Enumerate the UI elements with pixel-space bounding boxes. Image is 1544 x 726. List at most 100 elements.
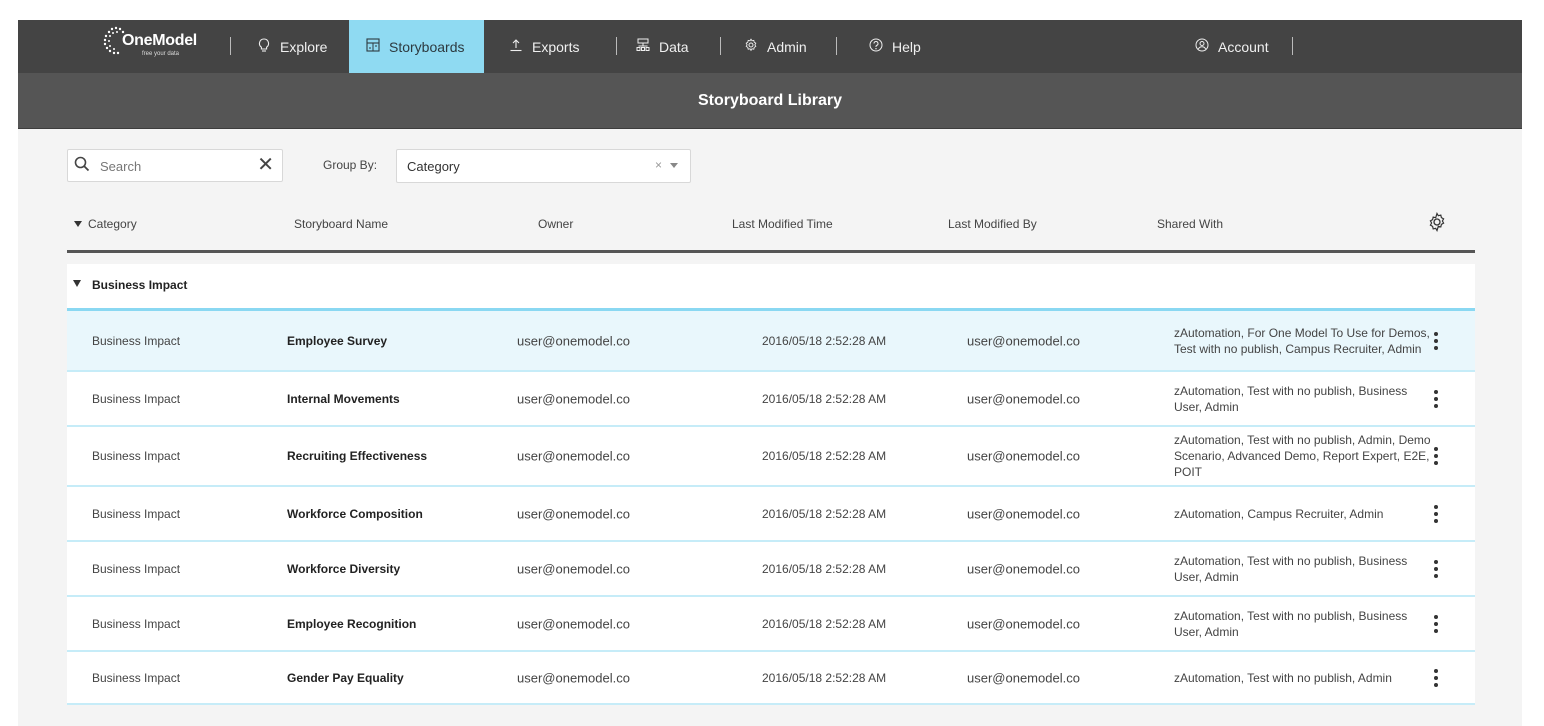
column-header-storyboard-name[interactable]: Storyboard Name [294,217,388,231]
column-header-category[interactable]: Category [74,217,137,231]
cell-modified-time: 2016/05/18 2:52:28 AM [762,391,887,406]
app-window: OneModel free your data Explore Storyboa… [18,20,1522,726]
page-title-bar: Storyboard Library [18,73,1522,129]
table-header: Category Storyboard Name Owner Last Modi… [67,202,1475,253]
row-menu-icon[interactable] [1431,447,1441,465]
sort-triangle-icon [74,221,82,227]
cell-shared-with: zAutomation, Test with no publish, Admin [1174,670,1392,685]
chevron-down-icon[interactable] [670,163,678,168]
search-box: ✕ [67,149,283,182]
table-row[interactable]: Business Impact Internal Movements user@… [67,370,1475,425]
column-header-shared-with[interactable]: Shared With [1157,217,1223,231]
cell-shared-with: zAutomation, Test with no publish, Busin… [1174,553,1408,584]
clear-group-by-icon[interactable]: × [655,158,662,172]
group-label: Business Impact [92,278,188,292]
cell-storyboard-name[interactable]: Internal Movements [287,392,400,406]
nav-divider [616,37,617,55]
group-by-value: Category [407,159,460,174]
row-menu-icon[interactable] [1431,614,1441,633]
table-row[interactable]: Business Impact Employee Recognition use… [67,595,1475,650]
cell-modified-by: user@onemodel.co [967,670,1080,685]
cell-modified-by: user@onemodel.co [967,561,1080,576]
column-header-label: Category [88,217,137,231]
cell-storyboard-name[interactable]: Employee Survey [287,334,387,348]
table-row[interactable]: Business Impact Workforce Composition us… [67,485,1475,540]
nav-exports[interactable]: Exports [508,20,579,73]
gear-icon [743,38,759,55]
column-header-last-modified-time[interactable]: Last Modified Time [732,217,833,231]
row-menu-icon[interactable] [1431,389,1441,408]
cell-storyboard-name[interactable]: Employee Recognition [287,617,416,631]
cell-owner: user@onemodel.co [517,333,630,348]
cell-owner: user@onemodel.co [517,391,630,406]
table-row[interactable]: Business Impact Employee Survey user@one… [67,308,1475,370]
row-menu-icon[interactable] [1431,504,1441,523]
top-nav: OneModel free your data Explore Storyboa… [18,20,1522,73]
brand-tagline: free your data [142,51,180,57]
nav-storyboards[interactable]: Storyboards [349,20,484,73]
cell-storyboard-name[interactable]: Gender Pay Equality [287,671,404,685]
cell-modified-time: 2016/05/18 2:52:28 AM [762,616,887,631]
cell-shared-with: zAutomation, Test with no publish, Admin… [1174,433,1431,479]
nav-explore-label: Explore [280,38,328,55]
cell-owner: user@onemodel.co [517,616,630,631]
row-menu-icon[interactable] [1431,559,1441,578]
cell-category: Business Impact [92,561,181,576]
cell-owner: user@onemodel.co [517,448,630,464]
cell-storyboard-name[interactable]: Workforce Diversity [287,562,400,576]
row-menu-icon[interactable] [1431,331,1441,350]
brand-name: OneModel [122,32,197,49]
nav-account[interactable]: Account [1194,20,1269,73]
cell-modified-by: user@onemodel.co [967,333,1080,348]
cell-modified-time: 2016/05/18 2:52:28 AM [762,506,887,521]
nav-account-label: Account [1218,38,1269,55]
search-icon [74,156,90,177]
group-header-row[interactable]: Business Impact [67,264,1475,308]
column-header-owner[interactable]: Owner [538,217,573,231]
cell-shared-with: zAutomation, Campus Recruiter, Admin [1174,506,1384,521]
onemodel-logo[interactable]: OneModel free your data [102,25,202,67]
table-row[interactable]: Business Impact Workforce Diversity user… [67,540,1475,595]
cell-storyboard-name[interactable]: Workforce Composition [287,507,423,521]
page-title: Storyboard Library [697,91,843,109]
cell-modified-time: 2016/05/18 2:52:28 AM [762,333,887,348]
upload-icon [508,38,524,55]
group-by-select[interactable]: Category × [396,149,691,183]
cell-category: Business Impact [92,670,181,685]
cell-shared-with: zAutomation, Test with no publish, Busin… [1174,383,1408,414]
column-header-last-modified-by[interactable]: Last Modified By [948,217,1037,231]
nav-admin[interactable]: Admin [743,20,807,73]
cell-shared-with: zAutomation, For One Model To Use for De… [1174,325,1430,356]
table-row[interactable]: Business Impact Gender Pay Equality user… [67,650,1475,705]
cell-storyboard-name[interactable]: Recruiting Effectiveness [287,449,427,463]
cell-modified-by: user@onemodel.co [967,506,1080,521]
nav-divider [1292,37,1293,55]
cell-category: Business Impact [92,506,181,521]
cell-modified-by: user@onemodel.co [967,616,1080,631]
hierarchy-icon [635,38,651,55]
nav-help-label: Help [892,38,921,55]
cell-shared-with: zAutomation, Test with no publish, Busin… [1174,608,1408,639]
nav-help[interactable]: Help [868,20,921,73]
search-input[interactable] [98,156,252,176]
cell-category: Business Impact [92,333,181,348]
cell-owner: user@onemodel.co [517,670,630,685]
nav-exports-label: Exports [532,38,580,55]
nav-divider [230,37,231,55]
group-by-label: Group By: [323,158,378,172]
collapse-triangle-icon[interactable] [73,280,81,287]
column-settings-gear-icon[interactable] [1427,212,1447,237]
table-row[interactable]: Business Impact Recruiting Effectiveness… [67,425,1475,485]
cell-modified-time: 2016/05/18 2:52:28 AM [762,449,887,463]
nav-data[interactable]: Data [635,20,689,73]
nav-divider [836,37,837,55]
nav-explore[interactable]: Explore [256,20,327,73]
storyboard-icon [365,38,381,55]
user-circle-icon [1194,38,1210,55]
lightbulb-icon [256,37,272,56]
clear-search-icon[interactable]: ✕ [257,154,274,176]
nav-divider [720,37,721,55]
nav-storyboards-label: Storyboards [389,38,465,55]
cell-owner: user@onemodel.co [517,506,630,521]
row-menu-icon[interactable] [1431,668,1441,687]
